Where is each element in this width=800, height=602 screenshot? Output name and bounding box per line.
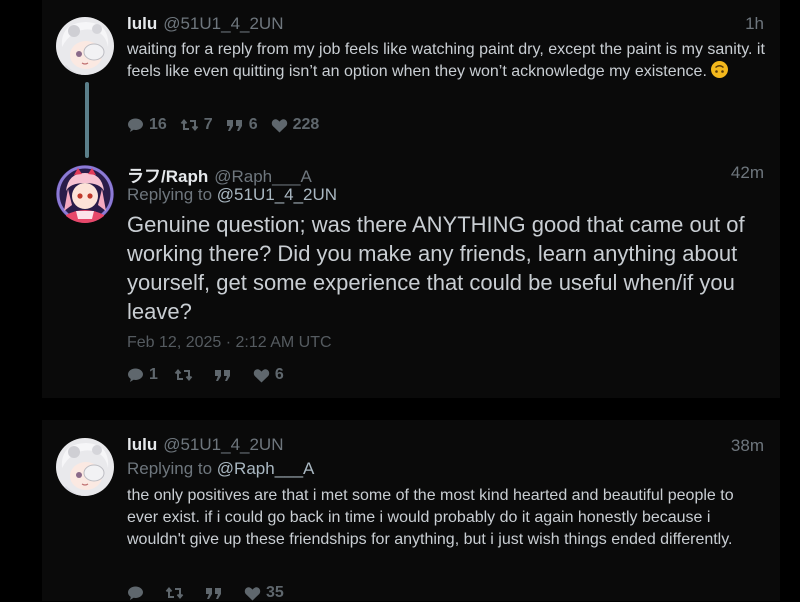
tweet-time[interactable]: 38m xyxy=(731,436,764,456)
tweet-header: lulu @51U1_4_2UN xyxy=(127,14,284,34)
replying-to-link[interactable]: @51U1_4_2UN xyxy=(217,185,337,204)
comment-icon xyxy=(128,368,143,382)
retweet-icon xyxy=(165,586,184,600)
like-count: 35 xyxy=(266,584,284,601)
tweet-date[interactable]: Feb 12, 2025 · 2:12 AM UTC xyxy=(127,334,332,352)
display-name[interactable]: lulu xyxy=(127,14,157,33)
quote-button[interactable] xyxy=(214,368,237,382)
reply-count: 1 xyxy=(149,366,158,383)
like-count: 6 xyxy=(274,366,284,383)
retweet-button[interactable] xyxy=(165,585,189,601)
tweet-header: ラフ/Raph @Raph___A xyxy=(127,162,312,187)
like-button[interactable]: 228 xyxy=(271,116,320,134)
tweet-text: the only positives are that i met some o… xyxy=(127,487,734,548)
retweet-button[interactable] xyxy=(174,367,198,383)
tweet-text: waiting for a reply from my job feels li… xyxy=(127,39,767,83)
username[interactable]: @51U1_4_2UN xyxy=(163,14,283,33)
thread-connector xyxy=(85,82,89,158)
replying-to-link[interactable]: @Raph___A xyxy=(217,459,315,478)
tweet-actions: 16 7 6 228 xyxy=(127,116,332,134)
comment-icon xyxy=(128,586,143,600)
tweet-text: Genuine question; was there ANYTHING goo… xyxy=(127,212,745,324)
username[interactable]: @Raph___A xyxy=(214,167,312,186)
display-name[interactable]: ラフ/Raph xyxy=(127,167,208,186)
username[interactable]: @51U1_4_2UN xyxy=(163,435,283,454)
upside-down-face-emoji-icon xyxy=(711,61,729,78)
quote-button[interactable] xyxy=(205,586,228,600)
replying-to: Replying to @51U1_4_2UN xyxy=(127,185,337,205)
quote-button[interactable]: 6 xyxy=(226,116,258,134)
tweet-header: lulu @51U1_4_2UN xyxy=(127,435,284,455)
like-button[interactable]: 35 xyxy=(244,584,284,602)
quote-icon xyxy=(226,120,242,131)
avatar[interactable] xyxy=(56,438,114,496)
heart-icon xyxy=(253,368,270,382)
tweet-actions: 1 6 xyxy=(127,366,297,384)
like-count: 228 xyxy=(292,116,320,133)
tweet-text-content: waiting for a reply from my job feels li… xyxy=(127,41,765,80)
reply-button[interactable] xyxy=(127,585,149,601)
avatar[interactable] xyxy=(56,17,114,75)
retweet-button[interactable]: 7 xyxy=(180,116,213,134)
replying-to-label: Replying to xyxy=(127,459,213,478)
tweet-actions: 35 xyxy=(127,584,297,602)
heart-icon xyxy=(271,118,287,132)
quote-icon xyxy=(214,370,230,381)
like-button[interactable]: 6 xyxy=(253,366,284,384)
heart-icon xyxy=(244,586,261,600)
replying-to: Replying to @Raph___A xyxy=(127,459,314,479)
avatar[interactable] xyxy=(56,165,114,223)
reply-count: 16 xyxy=(149,116,167,133)
display-name[interactable]: lulu xyxy=(127,435,157,454)
quote-icon xyxy=(206,588,221,599)
comment-icon xyxy=(128,118,143,132)
reply-button[interactable]: 1 xyxy=(127,366,158,384)
retweet-count: 7 xyxy=(203,116,213,133)
reply-button[interactable]: 16 xyxy=(127,116,167,134)
retweet-icon xyxy=(174,368,193,382)
quote-count: 6 xyxy=(248,116,258,133)
retweet-icon xyxy=(180,118,199,132)
replying-to-label: Replying to xyxy=(127,185,213,204)
tweet-time[interactable]: 42m xyxy=(731,163,764,183)
tweet-time[interactable]: 1h xyxy=(745,14,764,34)
